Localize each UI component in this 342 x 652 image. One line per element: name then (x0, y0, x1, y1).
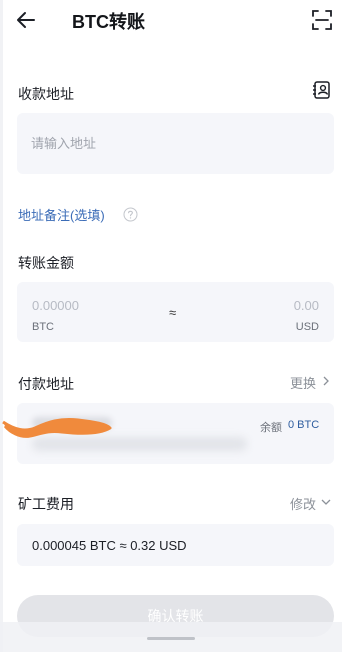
transfer-amount-label: 转账金额 (18, 255, 74, 271)
left-edge (0, 0, 3, 652)
receive-address-box (17, 113, 334, 174)
address-book-icon[interactable] (312, 80, 332, 100)
chevron-down-icon[interactable] (321, 497, 331, 507)
amount-value[interactable]: 0.00000 (32, 298, 79, 313)
home-indicator (147, 637, 195, 640)
fiat-unit: USD (295, 321, 319, 333)
chevron-right-icon[interactable] (321, 376, 331, 386)
balance-label: 余额 (260, 422, 282, 434)
page-title: BTC转账 (72, 12, 145, 32)
amount-input-box[interactable]: 0.00000 BTC ≈ 0.00 USD (17, 282, 334, 342)
receive-address-label: 收款地址 (18, 86, 74, 102)
fee-value: 0.000045 BTC ≈ 0.32 USD (32, 538, 187, 553)
approx-sign: ≈ (169, 305, 177, 320)
question-circle-icon[interactable] (123, 207, 138, 222)
balance-value: 0 BTC (288, 419, 320, 431)
header: BTC转账 (0, 0, 342, 40)
receive-address-input[interactable] (17, 113, 334, 174)
change-address-button[interactable]: 更换 (290, 373, 316, 392)
address-memo-link[interactable]: 地址备注(选填) (18, 205, 105, 224)
miner-fee-label: 矿工费用 (18, 496, 74, 512)
arrow-left-icon[interactable] (14, 8, 38, 32)
fee-box: 0.000045 BTC ≈ 0.32 USD (17, 524, 334, 566)
scan-icon[interactable] (311, 9, 333, 31)
redaction-scribble (2, 418, 112, 438)
payment-address-label: 付款地址 (18, 376, 74, 392)
amount-unit: BTC (32, 321, 54, 333)
fiat-value[interactable]: 0.00 (294, 298, 319, 313)
edit-fee-button[interactable]: 修改 (290, 494, 316, 513)
